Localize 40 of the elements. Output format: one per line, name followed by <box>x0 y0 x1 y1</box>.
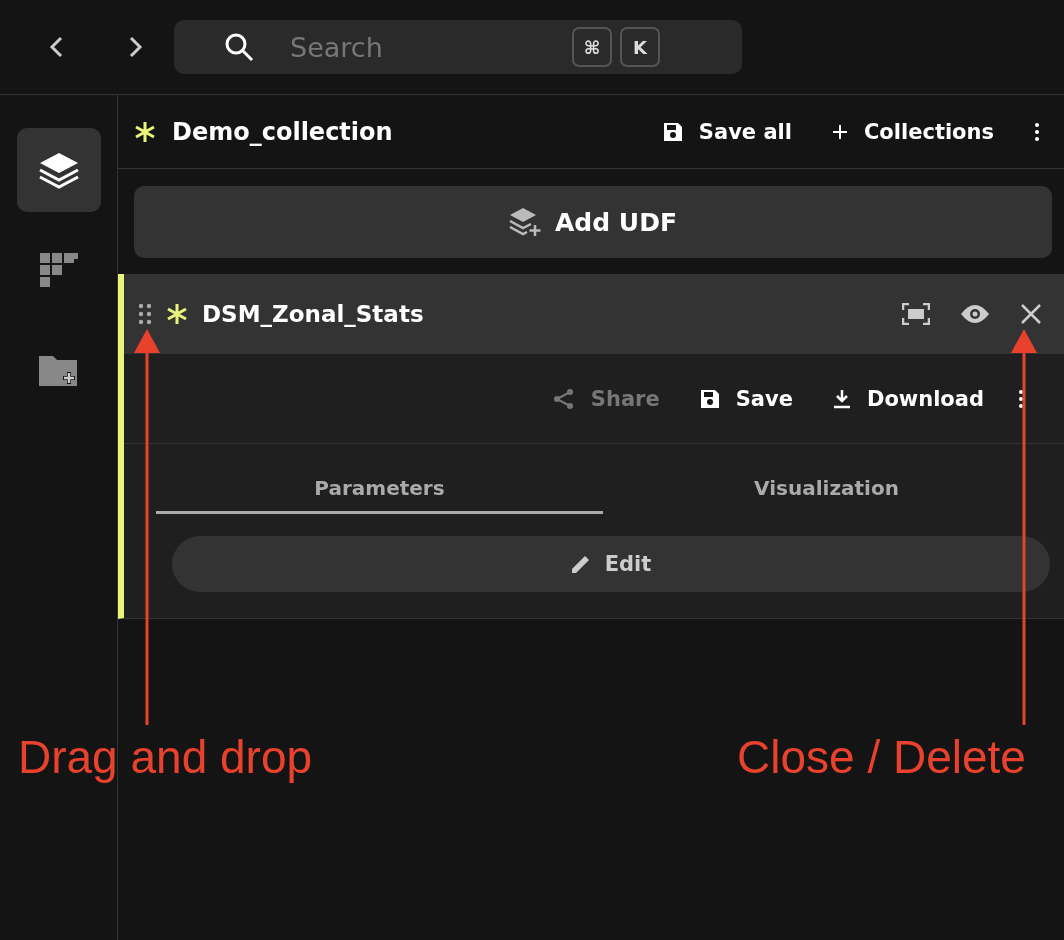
search-input[interactable]: Search <box>288 30 542 64</box>
save-button[interactable]: Save <box>699 386 793 411</box>
forward-icon <box>128 35 144 59</box>
download-button[interactable]: Download <box>832 386 984 411</box>
download-icon <box>832 388 851 409</box>
udf-title: DSM_Zonal_Stats <box>202 301 425 327</box>
more-icon <box>1034 121 1040 142</box>
back-icon <box>48 35 64 59</box>
plus-icon <box>831 123 848 140</box>
drag-handle-icon[interactable] <box>138 303 152 325</box>
fullscreen-icon <box>902 303 930 325</box>
layers-add-icon <box>509 207 541 237</box>
pencil-icon <box>570 554 591 574</box>
search-icon <box>224 32 254 62</box>
close-icon <box>1020 303 1042 325</box>
close-button[interactable] <box>1020 303 1042 325</box>
visibility-button[interactable] <box>960 304 990 324</box>
more-button[interactable] <box>1034 121 1040 142</box>
save-all-button[interactable]: Save all <box>662 119 792 144</box>
asterisk-icon <box>166 303 188 325</box>
edit-button[interactable]: Edit <box>172 536 1050 592</box>
eye-icon <box>960 304 990 324</box>
layers-icon <box>37 151 80 189</box>
shortcut-key: ⌘ <box>572 27 612 67</box>
add-udf-button[interactable]: Add UDF <box>134 186 1052 258</box>
annotation-label: Close / Delete <box>737 730 1026 784</box>
collections-button[interactable]: Collections <box>831 119 994 144</box>
asterisk-icon <box>134 120 156 143</box>
tab[interactable]: Parameters <box>156 464 603 514</box>
share-icon <box>552 387 575 410</box>
search-field[interactable]: Search ⌘ K <box>174 20 742 74</box>
blocks-icon <box>39 253 78 287</box>
sidebar-item[interactable] <box>16 128 101 212</box>
annotation-label: Drag and drop <box>18 730 313 784</box>
shortcut-key: K <box>620 27 660 67</box>
more-button[interactable] <box>1018 388 1024 409</box>
more-icon <box>1018 388 1024 409</box>
fullscreen-button[interactable] <box>902 303 930 325</box>
collection-title: Demo_collection <box>172 117 394 146</box>
tab[interactable]: Visualization <box>603 464 1050 514</box>
